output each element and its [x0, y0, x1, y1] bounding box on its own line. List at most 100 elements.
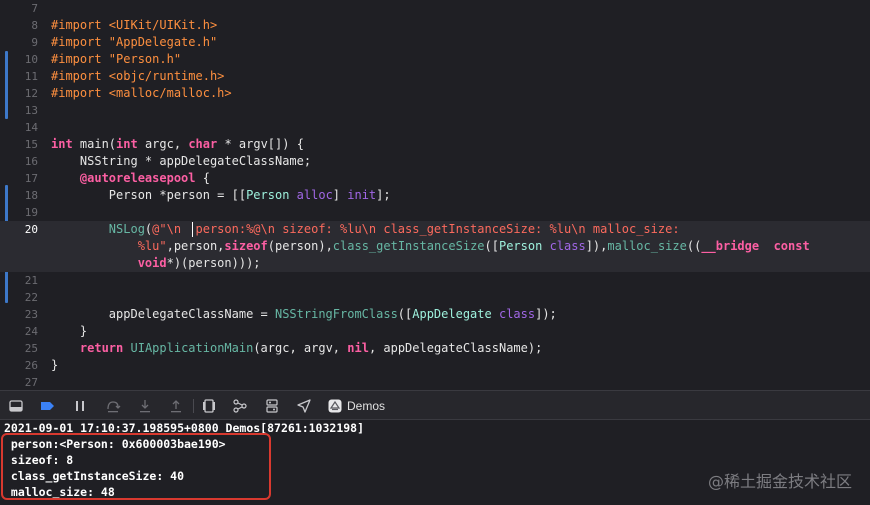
line-number: 22: [24, 291, 38, 304]
code-token: return: [79, 341, 124, 355]
code-token: }: [51, 358, 59, 372]
line-number: 20: [24, 223, 38, 236]
code-token: ,person,: [166, 239, 225, 253]
watermark: @稀土掘金技术社区: [707, 472, 852, 491]
step-into-icon[interactable]: [137, 398, 153, 414]
code-line[interactable]: 21: [0, 272, 870, 289]
code-text: NSString * appDelegateClassName;: [51, 153, 311, 170]
line-number: 23: [24, 308, 38, 321]
debug-toolbar: Demos: [0, 390, 870, 420]
code-line[interactable]: 15 int main(int argc, char * argv[]) {: [0, 136, 870, 153]
code-line[interactable]: 16 NSString * appDelegateClassName;: [0, 153, 870, 170]
line-number: 24: [24, 325, 38, 338]
code-line[interactable]: 24 }: [0, 323, 870, 340]
text-caret: [192, 222, 193, 237]
code-token: #import: [51, 52, 109, 66]
code-text: return UIApplicationMain(argc, argv, nil…: [51, 340, 542, 357]
code-token: appDelegateClassName =: [51, 307, 275, 321]
memory-graph-icon[interactable]: [232, 398, 248, 414]
code-token: %lu": [137, 239, 167, 253]
code-line[interactable]: void*)(person)));: [0, 255, 870, 272]
code-line[interactable]: 12 #import <malloc/malloc.h>: [0, 85, 870, 102]
code-text: @autoreleasepool {: [51, 170, 210, 187]
code-token: "AppDelegate.h": [108, 35, 218, 49]
code-token: alloc: [296, 188, 333, 202]
code-token: NSString * appDelegateClassName;: [51, 154, 312, 168]
code-line[interactable]: 9 #import "AppDelegate.h": [0, 34, 870, 51]
line-number: 19: [24, 206, 38, 219]
code-token: * argv[]) {: [217, 137, 304, 151]
code-line[interactable]: 18 Person *person = [[Person alloc] init…: [0, 187, 870, 204]
line-number: 18: [24, 189, 38, 202]
code-token: <UIKit/UIKit.h>: [108, 18, 218, 32]
line-number: 17: [24, 172, 38, 185]
code-token: init: [347, 188, 377, 202]
step-over-icon[interactable]: [105, 398, 121, 414]
code-token: <objc/runtime.h>: [108, 69, 225, 83]
code-token: ([: [397, 307, 413, 321]
line-number: 26: [24, 359, 38, 372]
view-hierarchy-icon[interactable]: [201, 398, 217, 414]
code-line[interactable]: 11 #import <objc/runtime.h>: [0, 68, 870, 85]
code-token: #import: [51, 35, 109, 49]
code-token: malloc_size: [607, 239, 687, 253]
code-line[interactable]: 26}: [0, 357, 870, 374]
console-output[interactable]: 2021-09-01 17:10:37.198595+0800 Demos[87…: [0, 420, 870, 505]
code-line[interactable]: 23 appDelegateClassName = NSStringFromCl…: [0, 306, 870, 323]
code-token: int: [116, 137, 138, 151]
code-text: NSLog(@"\n person:%@\n sizeof: %lu\n cla…: [51, 221, 680, 238]
code-line[interactable]: 8 #import <UIKit/UIKit.h>: [0, 17, 870, 34]
code-text: }: [51, 323, 87, 340]
environment-overrides-icon[interactable]: [264, 398, 280, 414]
line-number: 14: [24, 121, 38, 134]
simulate-location-icon[interactable]: [296, 398, 312, 414]
code-text: int main(int argc, char * argv[]) {: [51, 136, 304, 153]
code-token: const: [773, 239, 810, 253]
code-token: #import: [51, 18, 109, 32]
code-token: #import: [51, 69, 109, 83]
code-line[interactable]: 7: [0, 0, 870, 17]
pause-icon[interactable]: [72, 398, 88, 414]
code-token: (person),: [267, 239, 333, 253]
code-token: {: [195, 171, 210, 185]
code-line[interactable]: 17 @autoreleasepool {: [0, 170, 870, 187]
code-line[interactable]: %lu",person,sizeof(person),class_getInst…: [0, 238, 870, 255]
line-number: 12: [24, 87, 38, 100]
code-line[interactable]: 19: [0, 204, 870, 221]
code-line[interactable]: 20 NSLog(@"\n person:%@\n sizeof: %lu\n …: [0, 221, 870, 238]
code-token: class: [498, 307, 536, 321]
line-number: 25: [24, 342, 38, 355]
code-line[interactable]: 14: [0, 119, 870, 136]
code-text: Person *person = [[Person alloc] init];: [51, 187, 391, 204]
line-number: 13: [24, 104, 38, 117]
target-app-icon[interactable]: [327, 398, 343, 414]
code-token: class_getInstanceSize: [332, 239, 485, 253]
code-line[interactable]: 10 #import "Person.h": [0, 51, 870, 68]
code-line[interactable]: 25 return UIApplicationMain(argc, argv, …: [0, 340, 870, 357]
code-token: #import: [51, 86, 109, 100]
step-out-icon[interactable]: [168, 398, 184, 414]
code-token: ]),: [585, 239, 608, 253]
breakpoints-toggle-icon[interactable]: [39, 398, 55, 414]
code-token: nil: [347, 341, 369, 355]
code-token: @"\n person:%@\n sizeof: %lu\n class_get…: [152, 222, 680, 236]
code-token: __bridge: [701, 239, 760, 253]
code-editor[interactable]: 7 8 #import <UIKit/UIKit.h> 9 #import "AppDe…: [0, 0, 870, 390]
toolbar-separator: [193, 399, 194, 413]
code-line[interactable]: 13: [0, 102, 870, 119]
code-line[interactable]: 22: [0, 289, 870, 306]
target-name[interactable]: Demos: [347, 398, 385, 414]
line-number: 15: [24, 138, 38, 151]
code-token: Person: [246, 188, 290, 202]
hide-debug-area-icon[interactable]: [8, 398, 24, 414]
code-line[interactable]: 27: [0, 374, 870, 390]
code-text: #import "AppDelegate.h": [51, 34, 217, 51]
code-token: UIApplicationMain: [130, 341, 254, 355]
highlight-annotation-box: [1, 433, 271, 500]
